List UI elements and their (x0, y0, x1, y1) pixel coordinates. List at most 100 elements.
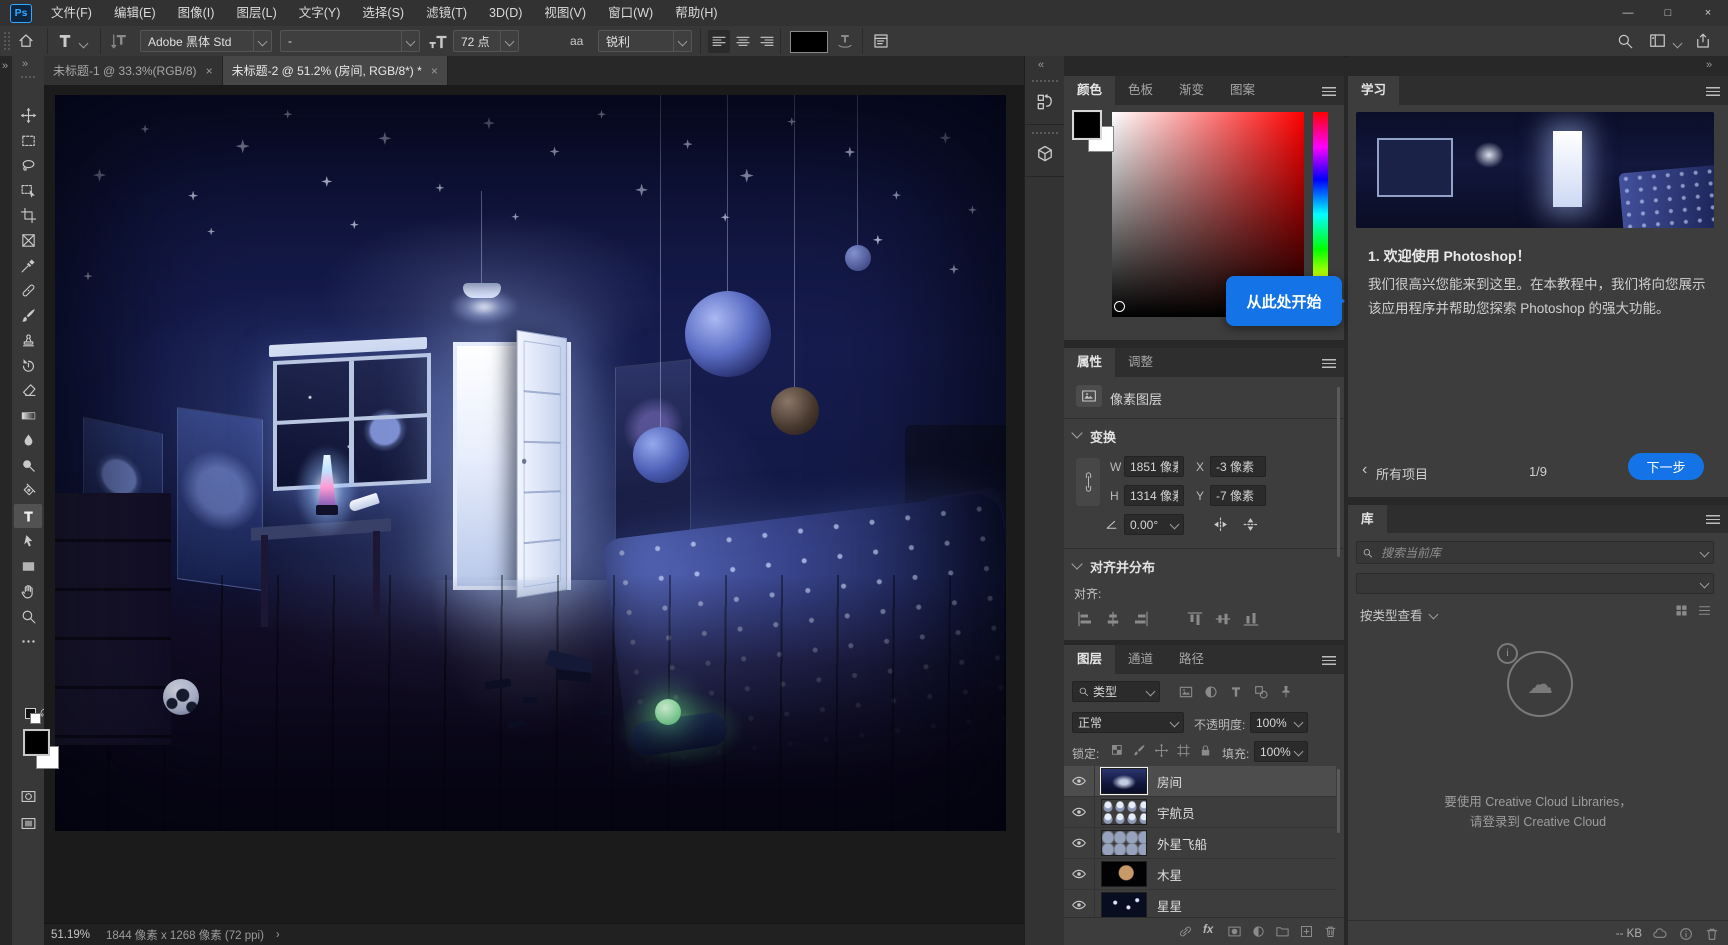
filter-pixel-layers-icon[interactable] (1178, 684, 1194, 700)
hand-tool[interactable] (12, 579, 44, 603)
document-tab-1[interactable]: 未标题-1 @ 33.3%(RGB/8) × (44, 56, 223, 85)
panel-menu-icon[interactable] (1322, 359, 1336, 368)
frame-tool[interactable] (12, 228, 44, 252)
history-panel-button[interactable] (1029, 88, 1061, 116)
y-field[interactable]: -7 像素 (1210, 485, 1266, 506)
align-top-edges-button[interactable] (1186, 610, 1204, 628)
filter-adjustment-layers-icon[interactable] (1203, 684, 1219, 700)
layer-thumbnail[interactable] (1101, 861, 1147, 887)
all-tutorials-link[interactable]: 所有项目 (1376, 464, 1428, 483)
history-brush-tool[interactable] (12, 353, 44, 377)
library-search-input[interactable] (1379, 545, 1701, 561)
tab-patterns[interactable]: 图案 (1217, 76, 1268, 105)
filter-smart-objects-icon[interactable] (1278, 684, 1294, 700)
marquee-tool[interactable] (12, 128, 44, 152)
visibility-toggle[interactable] (1064, 766, 1095, 796)
next-step-button[interactable]: 下一步 (1628, 453, 1704, 480)
panel-menu-icon[interactable] (1706, 87, 1720, 96)
align-text-center-button[interactable] (732, 30, 754, 53)
brush-tool[interactable] (12, 303, 44, 327)
expand-dock-icon[interactable]: » (2, 60, 8, 72)
type-tool[interactable] (14, 504, 42, 528)
layer-row-jupiter[interactable]: 木星 (1064, 859, 1336, 890)
x-field[interactable]: -3 像素 (1210, 456, 1266, 477)
add-mask-button[interactable] (1227, 924, 1242, 939)
align-left-edges-button[interactable] (1076, 610, 1094, 628)
canvas-image[interactable] (55, 95, 1006, 831)
text-color-swatch[interactable] (790, 31, 828, 53)
edit-toolbar-button[interactable] (12, 629, 44, 653)
document-tab-2-close-icon[interactable]: × (431, 64, 438, 78)
layer-thumbnail[interactable] (1101, 830, 1147, 856)
search-button[interactable] (1616, 32, 1634, 50)
flip-vertical-button[interactable] (1242, 516, 1259, 533)
tab-paths[interactable]: 路径 (1166, 645, 1217, 674)
tab-layers[interactable]: 图层 (1064, 645, 1115, 674)
library-select[interactable] (1356, 573, 1714, 594)
angle-field[interactable]: 0.00° (1124, 514, 1184, 535)
font-style-select[interactable]: - (280, 30, 420, 52)
menu-view[interactable]: 视图(V) (533, 0, 597, 26)
filter-type-layers-icon[interactable] (1228, 684, 1244, 700)
lock-transparent-pixels-button[interactable] (1110, 743, 1125, 758)
library-search-field[interactable] (1356, 541, 1714, 564)
list-view-button[interactable] (1697, 603, 1712, 618)
document-tab-1-close-icon[interactable]: × (206, 64, 213, 78)
grid-view-button[interactable] (1674, 603, 1689, 618)
tab-libraries[interactable]: 库 (1348, 505, 1387, 533)
add-adjustment-button[interactable] (1251, 924, 1266, 939)
3d-panel-button[interactable] (1029, 140, 1061, 168)
menu-3d[interactable]: 3D(D) (478, 0, 533, 26)
menu-type[interactable]: 文字(Y) (288, 0, 352, 26)
screen-mode-button[interactable] (12, 811, 44, 835)
align-bottom-edges-button[interactable] (1242, 610, 1260, 628)
home-button[interactable] (17, 32, 35, 50)
flip-horizontal-button[interactable] (1212, 516, 1229, 533)
zoom-tool[interactable] (12, 604, 44, 628)
tab-color[interactable]: 颜色 (1064, 76, 1115, 105)
zoom-level-field[interactable]: 51.19% (51, 929, 90, 941)
font-size-select[interactable]: 72 点 (453, 30, 519, 52)
tool-preset-button[interactable] (56, 32, 74, 50)
layers-scrollbar[interactable] (1337, 769, 1340, 833)
filter-shape-layers-icon[interactable] (1253, 684, 1269, 700)
link-layers-button[interactable] (1178, 924, 1193, 939)
menu-file[interactable]: 文件(F) (40, 0, 103, 26)
transform-section-chevron-icon[interactable] (1071, 427, 1082, 438)
rectangle-tool[interactable] (12, 554, 44, 578)
healing-brush-tool[interactable] (12, 278, 44, 302)
blur-tool[interactable] (12, 428, 44, 452)
visibility-toggle[interactable] (1064, 859, 1095, 889)
antialias-select[interactable]: 锐利 (598, 30, 692, 52)
align-horizontal-centers-button[interactable] (1104, 610, 1122, 628)
lock-position-button[interactable] (1154, 743, 1169, 758)
align-text-left-button[interactable] (708, 30, 730, 53)
tab-channels[interactable]: 通道 (1115, 645, 1166, 674)
view-by-dropdown[interactable]: 按类型查看 (1360, 605, 1437, 624)
align-section-chevron-icon[interactable] (1071, 558, 1082, 569)
visibility-toggle[interactable] (1064, 828, 1095, 858)
dodge-tool[interactable] (12, 453, 44, 477)
lasso-tool[interactable] (12, 153, 44, 177)
layer-row-alien-ship[interactable]: 外星飞船 (1064, 828, 1336, 859)
menu-window[interactable]: 窗口(W) (597, 0, 664, 26)
document-tab-2[interactable]: 未标题-2 @ 51.2% (房间, RGB/8*) * × (223, 56, 448, 85)
tab-learn[interactable]: 学习 (1348, 76, 1399, 105)
menu-select[interactable]: 选择(S) (351, 0, 415, 26)
close-button[interactable]: × (1688, 0, 1728, 26)
warp-text-button[interactable] (836, 32, 854, 50)
lock-all-button[interactable] (1198, 743, 1213, 758)
delete-library-item-button[interactable] (1704, 926, 1720, 942)
menu-edit[interactable]: 编辑(E) (103, 0, 167, 26)
new-group-button[interactable] (1275, 924, 1290, 939)
layer-styles-button[interactable]: fx (1203, 924, 1213, 936)
blend-mode-select[interactable]: 正常 (1072, 712, 1184, 733)
foreground-color-swatch[interactable] (25, 731, 48, 754)
quick-mask-button[interactable] (12, 784, 44, 808)
move-tool[interactable] (12, 103, 44, 127)
crop-tool[interactable] (12, 203, 44, 227)
menu-image[interactable]: 图像(I) (167, 0, 226, 26)
eyedropper-tool[interactable] (12, 253, 44, 277)
layer-thumbnail[interactable] (1101, 799, 1147, 825)
collapse-panels-icon[interactable]: « (1038, 59, 1044, 71)
